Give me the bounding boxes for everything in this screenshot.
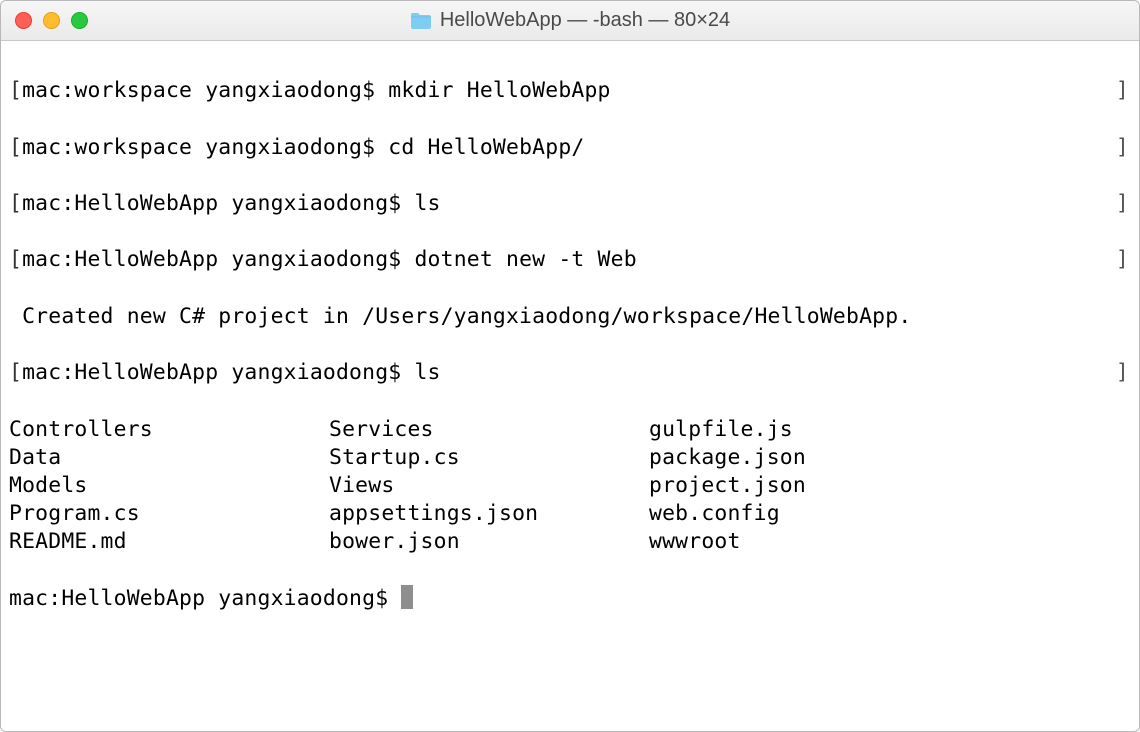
prompt: mac:HelloWebApp yangxiaodong$ xyxy=(22,360,414,385)
ls-output: ControllersServicesgulpfile.js DataStart… xyxy=(9,416,1135,557)
file-item: Program.cs xyxy=(9,500,329,528)
titlebar[interactable]: HelloWebApp — -bash — 80×24 xyxy=(1,1,1139,41)
cursor xyxy=(401,585,413,609)
terminal-body[interactable]: [mac:workspace yangxiaodong$ mkdir Hello… xyxy=(1,41,1139,731)
command-text: mkdir HelloWebApp xyxy=(388,78,610,103)
file-item: package.json xyxy=(649,444,1135,472)
terminal-output: Created new C# project in /Users/yangxia… xyxy=(9,303,1135,331)
file-item: Models xyxy=(9,472,329,500)
window-title: HelloWebApp — -bash — 80×24 xyxy=(440,9,730,32)
terminal-line: [mac:HelloWebApp yangxiaodong$ ls] xyxy=(9,190,1135,218)
terminal-line: [mac:workspace yangxiaodong$ mkdir Hello… xyxy=(9,77,1135,105)
terminal-line: [mac:workspace yangxiaodong$ cd HelloWeb… xyxy=(9,134,1135,162)
command-text: dotnet new -t Web xyxy=(414,247,636,272)
prompt: mac:HelloWebApp yangxiaodong$ xyxy=(9,586,401,611)
prompt: mac:workspace yangxiaodong$ xyxy=(22,135,388,160)
prompt: mac:workspace yangxiaodong$ xyxy=(22,78,388,103)
file-item: gulpfile.js xyxy=(649,416,1135,444)
command-text: cd HelloWebApp/ xyxy=(388,135,584,160)
file-item: Controllers xyxy=(9,416,329,444)
file-item: wwwroot xyxy=(649,528,1135,556)
close-button[interactable] xyxy=(15,12,32,29)
terminal-line: [mac:HelloWebApp yangxiaodong$ ls] xyxy=(9,359,1135,387)
command-text: ls xyxy=(414,360,440,385)
prompt: mac:HelloWebApp yangxiaodong$ xyxy=(22,191,414,216)
file-item: appsettings.json xyxy=(329,500,649,528)
zoom-button[interactable] xyxy=(71,12,88,29)
terminal-window: HelloWebApp — -bash — 80×24 [mac:workspa… xyxy=(0,0,1140,732)
folder-icon xyxy=(410,12,432,30)
file-item: bower.json xyxy=(329,528,649,556)
terminal-line: [mac:HelloWebApp yangxiaodong$ dotnet ne… xyxy=(9,246,1135,274)
file-item: web.config xyxy=(649,500,1135,528)
prompt: mac:HelloWebApp yangxiaodong$ xyxy=(22,247,414,272)
window-title-group: HelloWebApp — -bash — 80×24 xyxy=(1,9,1139,32)
file-item: Services xyxy=(329,416,649,444)
minimize-button[interactable] xyxy=(43,12,60,29)
file-item: README.md xyxy=(9,528,329,556)
file-item: project.json xyxy=(649,472,1135,500)
terminal-line: mac:HelloWebApp yangxiaodong$ xyxy=(9,585,1135,613)
command-text: ls xyxy=(414,191,440,216)
file-item: Startup.cs xyxy=(329,444,649,472)
traffic-lights xyxy=(1,12,88,29)
file-item: Views xyxy=(329,472,649,500)
file-item: Data xyxy=(9,444,329,472)
